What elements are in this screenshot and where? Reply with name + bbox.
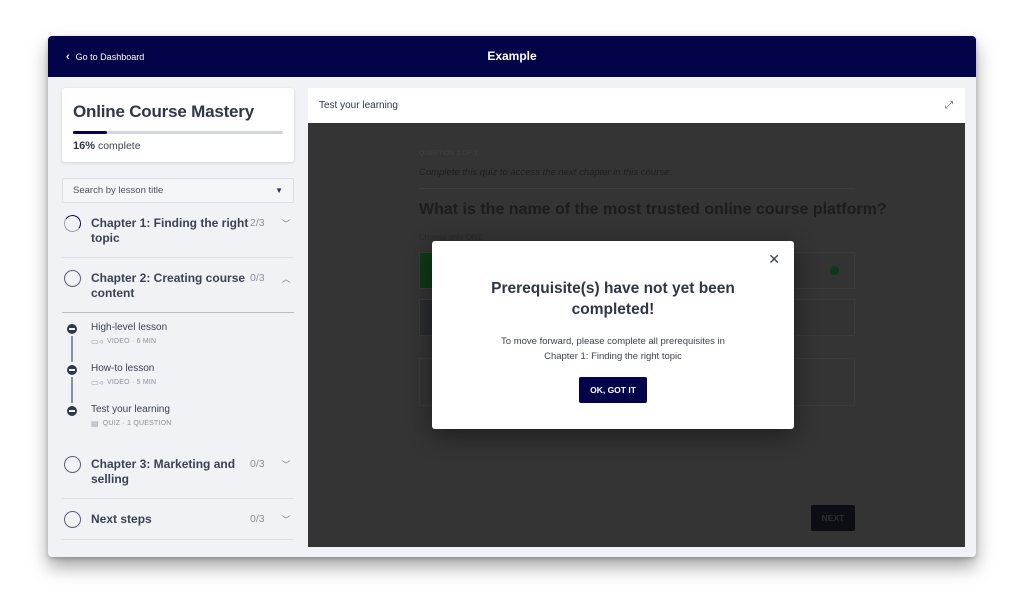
prerequisite-modal: ✕ Prerequisite(s) have not yet been comp… (432, 241, 794, 429)
chapter-title: Chapter 3: Marketing and selling (91, 457, 236, 486)
lesson-meta: ▭◃ VIDEO · 6 MIN (91, 337, 167, 346)
progress-text: 16% complete (73, 140, 283, 152)
lesson-header-title: Test your learning (319, 100, 398, 111)
lesson-meta-text: VIDEO · 6 MIN (106, 338, 157, 345)
lesson-header: Test your learning ⤢ (308, 88, 965, 123)
course-progress-card: Online Course Mastery 16% complete (62, 88, 294, 162)
lesson-status-icon (67, 324, 77, 334)
lesson-title: High-level lesson (91, 322, 168, 333)
chapter-next-steps[interactable]: Next steps 0/3 ﹀ (62, 499, 294, 540)
progress-bar (73, 131, 283, 134)
video-icon: ▭◃ (91, 378, 103, 387)
lesson-status-icon (67, 406, 77, 416)
chapter-count: 2/3 (250, 217, 265, 229)
chapter-3[interactable]: Chapter 3: Marketing and selling 0/3 ﹀ (62, 444, 294, 499)
lesson-meta: ▤ QUIZ · 1 QUESTION (91, 419, 172, 428)
close-icon[interactable]: ✕ (768, 251, 780, 268)
chapter-count: 0/3 (250, 458, 265, 470)
lesson-meta: ▭◃ VIDEO · 5 MIN (91, 378, 156, 387)
chevron-down-icon: ﹀ (281, 460, 291, 470)
progress-bar-fill (73, 131, 107, 134)
progress-ring-icon (62, 213, 83, 234)
lesson-search-select[interactable]: Search by lesson title ▼ (62, 178, 294, 203)
app-title: Example (487, 49, 537, 63)
search-placeholder: Search by lesson title (73, 185, 164, 196)
lesson-meta-text: VIDEO · 5 MIN (106, 379, 157, 386)
progress-ring-icon (64, 456, 81, 473)
check-circle-icon (830, 266, 839, 275)
lesson-title: How-to lesson (91, 363, 155, 374)
caret-down-icon: ▼ (275, 186, 283, 195)
chapter-title: Next steps (91, 512, 152, 526)
lesson-item[interactable]: Test your learning ▤ QUIZ · 1 QUESTION (62, 403, 294, 444)
modal-body-line-2: Chapter 1: Finding the right topic (544, 351, 682, 362)
chevron-down-icon: ﹀ (281, 219, 291, 229)
progress-ring-icon (64, 270, 81, 287)
progress-suffix: complete (97, 140, 141, 152)
course-title: Online Course Mastery (73, 102, 254, 121)
video-icon: ▭◃ (91, 337, 103, 346)
chapter-title: Chapter 2: Creating course content (91, 271, 246, 300)
lesson-title: Test your learning (91, 404, 170, 415)
question-text: What is the name of the most trusted onl… (419, 201, 887, 218)
ok-got-it-button[interactable]: OK, GOT IT (579, 377, 647, 403)
course-sidebar: Online Course Mastery 16% complete Searc… (62, 88, 294, 540)
top-bar: ‹ Go to Dashboard Example (48, 36, 976, 77)
quiz-icon: ▤ (91, 419, 99, 428)
question-counter: QUESTION 1 OF 3 (419, 150, 478, 157)
divider (419, 188, 855, 189)
modal-body: To move forward, please complete all pre… (432, 334, 794, 364)
lesson-item[interactable]: High-level lesson ▭◃ VIDEO · 6 MIN (62, 321, 294, 362)
chapter-1[interactable]: Chapter 1: Finding the right topic 2/3 ﹀ (62, 203, 294, 258)
quiz-instruction: Complete this quiz to access the next ch… (419, 167, 672, 178)
lesson-meta-text: QUIZ · 1 QUESTION (102, 420, 172, 427)
timeline-connector (71, 336, 73, 362)
next-button[interactable]: NEXT (811, 505, 855, 531)
progress-ring-icon (64, 511, 81, 528)
modal-body-line-1: To move forward, please complete all pre… (501, 336, 725, 347)
chapter-count: 0/3 (250, 513, 265, 525)
chevron-left-icon: ‹ (66, 50, 70, 63)
modal-title: Prerequisite(s) have not yet been comple… (491, 280, 735, 318)
chapter-count: 0/3 (250, 272, 265, 284)
chevron-up-icon: ︿ (281, 274, 291, 284)
progress-percent: 16% (73, 140, 96, 152)
lesson-item[interactable]: How-to lesson ▭◃ VIDEO · 5 MIN (62, 362, 294, 403)
lesson-status-icon (67, 365, 77, 375)
chapter-title: Chapter 1: Finding the right topic (91, 216, 249, 245)
chapter-2[interactable]: Chapter 2: Creating course content 0/3 ︿ (62, 258, 294, 313)
expand-icon[interactable]: ⤢ (945, 100, 953, 111)
timeline-connector (71, 377, 73, 403)
chevron-down-icon: ﹀ (281, 515, 291, 525)
chapter-2-lessons: High-level lesson ▭◃ VIDEO · 6 MIN How-t… (62, 313, 294, 444)
go-to-dashboard-link[interactable]: ‹ Go to Dashboard (66, 36, 144, 77)
back-label: Go to Dashboard (75, 51, 145, 62)
